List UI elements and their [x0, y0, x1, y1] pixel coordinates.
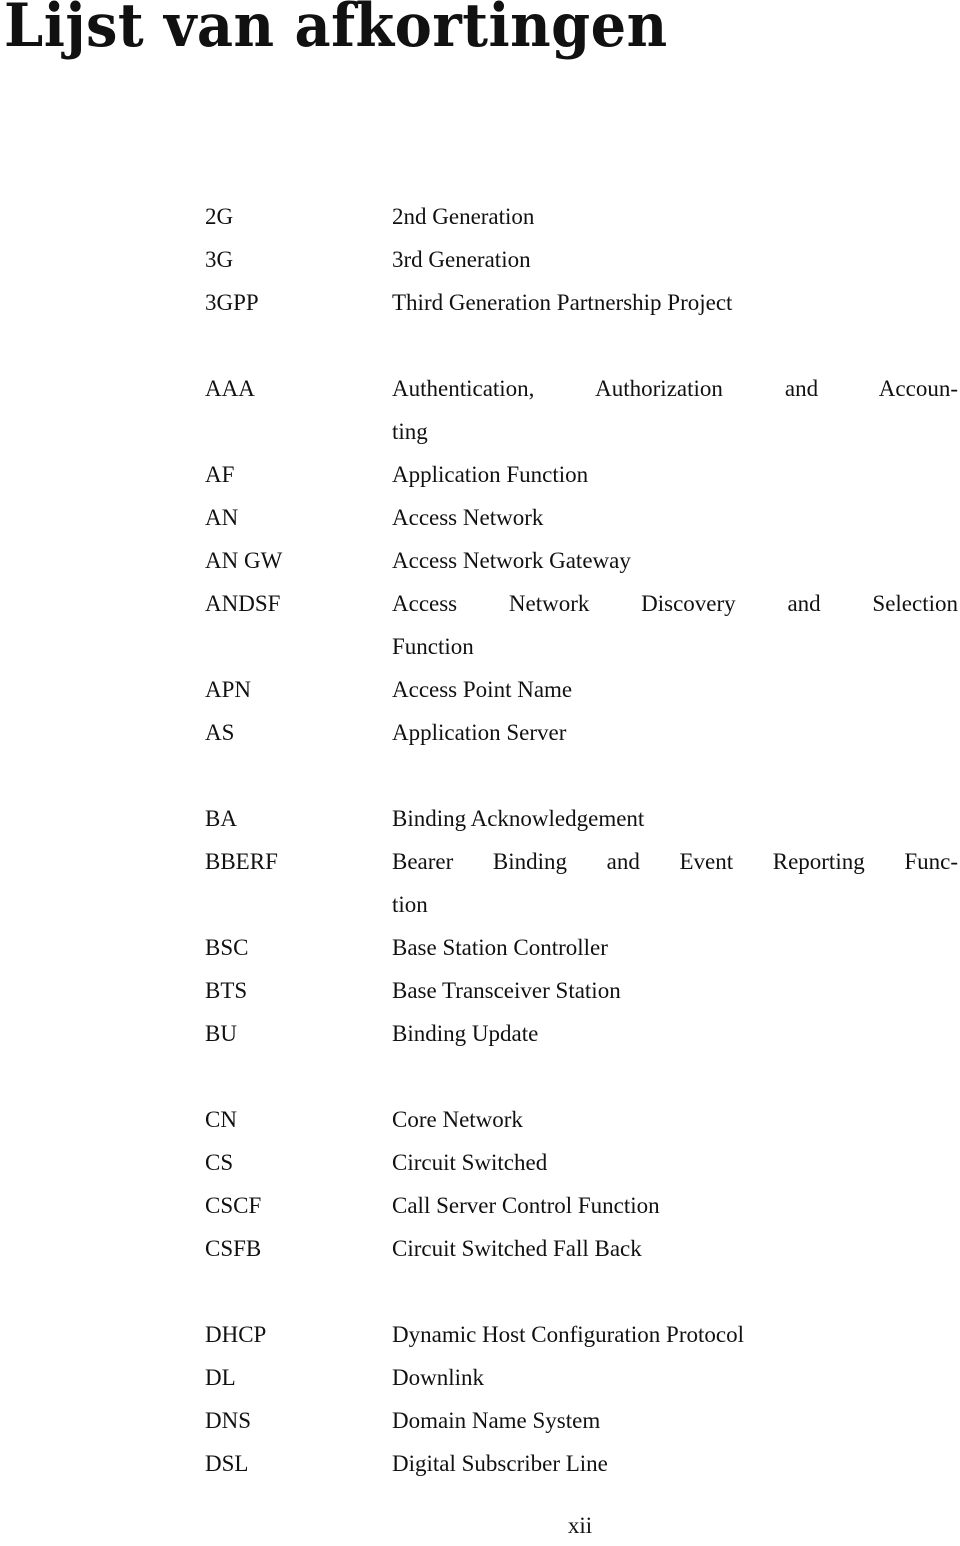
abbreviation-entry: CSFB Circuit Switched Fall Back — [205, 1227, 960, 1270]
abbreviation-definition: Access Network Discovery and Selection Fu… — [392, 582, 958, 668]
page-title: Lijst van afkortingen — [4, 0, 668, 61]
definition-line: tion — [392, 892, 428, 917]
abbreviation-definition: Base Transceiver Station — [392, 978, 621, 1003]
abbreviation-term: APN — [205, 677, 252, 702]
abbreviation-entry: BBERF Bearer Binding and Event Reporting … — [205, 840, 960, 926]
abbreviation-entry: BA Binding Acknowledgement — [205, 797, 960, 840]
abbreviation-term: AF — [205, 462, 235, 487]
abbreviation-group-a: AAA Authentication, Authorization and Acc… — [205, 367, 960, 754]
abbreviation-group-c: CN Core Network CS Circuit Switched CSCF Call… — [205, 1098, 960, 1270]
abbreviation-definition: Core Network — [392, 1107, 523, 1132]
abbreviation-definition: Authentication, Authorization and Accoun… — [392, 367, 958, 453]
abbreviation-definition: Dynamic Host Configuration Protocol — [392, 1322, 744, 1347]
abbreviation-definition: Call Server Control Function — [392, 1193, 660, 1218]
abbreviation-term: AN — [205, 505, 239, 530]
abbreviation-definition: Access Point Name — [392, 677, 573, 702]
abbreviation-definition: Binding Update — [392, 1021, 539, 1046]
abbreviation-entry: AN GW Access Network Gateway — [205, 539, 960, 582]
abbreviation-term: DHCP — [205, 1322, 267, 1347]
abbreviation-definition: Binding Acknowledgement — [392, 806, 645, 831]
abbreviation-definition: Circuit Switched — [392, 1150, 548, 1175]
abbreviation-definition: Application Server — [392, 720, 567, 745]
abbreviation-term: BU — [205, 1021, 237, 1046]
abbreviation-definition: Third Generation Partnership Project — [392, 290, 733, 315]
abbreviation-entry: 3GPP Third Generation Partnership Project — [205, 281, 960, 324]
abbreviation-entry: AAA Authentication, Authorization and Acc… — [205, 367, 960, 453]
abbreviation-entry: CSCF Call Server Control Function — [205, 1184, 960, 1227]
abbreviation-list: 2G 2nd Generation 3G 3rd Generation 3GPP Thir… — [205, 195, 960, 1528]
abbreviation-term: BSC — [205, 935, 249, 960]
abbreviation-definition: 3rd Generation — [392, 247, 531, 272]
abbreviation-term: BTS — [205, 978, 248, 1003]
definition-line: Function — [392, 634, 474, 659]
abbreviation-definition: Access Network — [392, 505, 544, 530]
abbreviation-definition: Base Station Controller — [392, 935, 608, 960]
abbreviation-entry: CN Core Network — [205, 1098, 960, 1141]
abbreviation-entry: DSL Digital Subscriber Line — [205, 1442, 960, 1485]
abbreviation-group-d: DHCP Dynamic Host Configuration Protocol D… — [205, 1313, 960, 1485]
abbreviation-term: BA — [205, 806, 237, 831]
abbreviation-term: 3GPP — [205, 290, 259, 315]
abbreviation-term: CSFB — [205, 1236, 262, 1261]
abbreviation-definition: 2nd Generation — [392, 204, 535, 229]
abbreviation-entry: 2G 2nd Generation — [205, 195, 960, 238]
abbreviation-definition: Bearer Binding and Event Reporting Func-… — [392, 840, 958, 926]
abbreviation-term: CN — [205, 1107, 237, 1132]
abbreviation-entry: CS Circuit Switched — [205, 1141, 960, 1184]
abbreviation-term: ANDSF — [205, 591, 281, 616]
abbreviation-entry: 3G 3rd Generation — [205, 238, 960, 281]
abbreviation-entry: AS Application Server — [205, 711, 960, 754]
abbreviation-entry: AF Application Function — [205, 453, 960, 496]
definition-line: ting — [392, 419, 428, 444]
abbreviation-term: AN GW — [205, 548, 283, 573]
abbreviation-entry: BTS Base Transceiver Station — [205, 969, 960, 1012]
abbreviation-definition: Downlink — [392, 1365, 484, 1390]
abbreviation-group-b: BA Binding Acknowledgement BBERF Bearer Bin… — [205, 797, 960, 1055]
abbreviation-definition: Access Network Gateway — [392, 548, 631, 573]
abbreviation-term: DSL — [205, 1451, 249, 1476]
abbreviation-definition: Circuit Switched Fall Back — [392, 1236, 642, 1261]
abbreviation-entry: ANDSF Access Network Discovery and Select… — [205, 582, 960, 668]
abbreviation-term: 3G — [205, 247, 234, 272]
abbreviation-term: 2G — [205, 204, 234, 229]
abbreviation-entry: DNS Domain Name System — [205, 1399, 960, 1442]
abbreviation-entry: BU Binding Update — [205, 1012, 960, 1055]
abbreviation-definition: Application Function — [392, 462, 589, 487]
abbreviation-entry: BSC Base Station Controller — [205, 926, 960, 969]
abbreviation-term: CSCF — [205, 1193, 262, 1218]
abbreviation-definition: Domain Name System — [392, 1408, 601, 1433]
page-number: xii — [567, 1513, 593, 1538]
abbreviation-term: DNS — [205, 1408, 252, 1433]
abbreviation-entry: APN Access Point Name — [205, 668, 960, 711]
abbreviation-term: DL — [205, 1365, 236, 1390]
abbreviation-group-numeric: 2G 2nd Generation 3G 3rd Generation 3GPP Thir… — [205, 195, 960, 324]
abbreviation-term: CS — [205, 1150, 234, 1175]
abbreviation-entry: DL Downlink — [205, 1356, 960, 1399]
abbreviation-definition: Digital Subscriber Line — [392, 1451, 608, 1476]
abbreviation-entry: AN Access Network — [205, 496, 960, 539]
definition-line: Access Network Discovery and Selection — [392, 591, 958, 616]
abbreviation-term: AAA — [205, 376, 255, 401]
abbreviation-entry: DHCP Dynamic Host Configuration Protocol — [205, 1313, 960, 1356]
definition-line: Bearer Binding and Event Reporting Func- — [392, 849, 958, 874]
definition-line: Authentication, Authorization and Accoun… — [392, 376, 958, 401]
abbreviation-term: BBERF — [205, 849, 278, 874]
abbreviation-term: AS — [205, 720, 235, 745]
